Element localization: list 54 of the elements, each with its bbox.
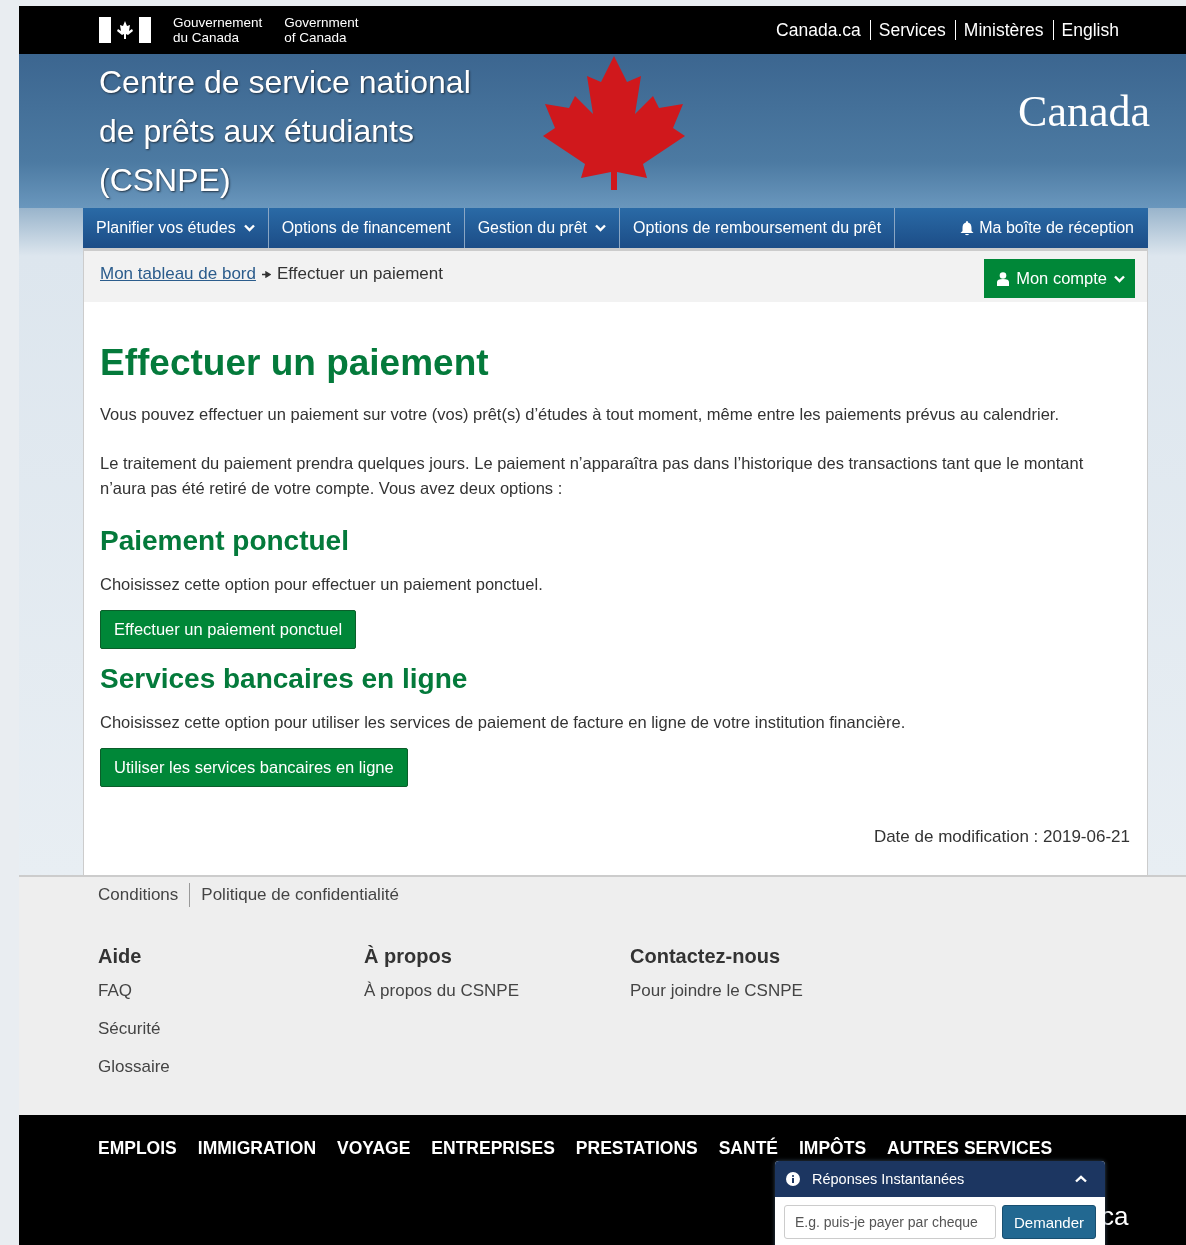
footer-heading: Contactez-nous bbox=[630, 944, 780, 969]
nav-menu-item[interactable]: Ma boîte de réception bbox=[895, 208, 1148, 248]
chat-header[interactable]: Réponses Instantanées bbox=[775, 1161, 1105, 1197]
footer-link[interactable]: Sécurité bbox=[98, 1018, 161, 1040]
government-signature: Gouvernement du Canada bbox=[173, 15, 263, 45]
breadcrumb-link[interactable]: Mon tableau de bord bbox=[100, 264, 256, 284]
footer-link[interactable]: Politique de confidentialité bbox=[189, 883, 410, 907]
theme-link[interactable]: IMPÔTS bbox=[799, 1137, 867, 1159]
section-heading: Paiement ponctuel bbox=[100, 525, 350, 557]
action-button[interactable]: Utiliser les services bancaires en ligne bbox=[100, 748, 408, 787]
theme-link[interactable]: PRESTATIONS bbox=[575, 1137, 698, 1159]
action-button[interactable]: Effectuer un paiement ponctuel bbox=[100, 610, 357, 649]
theme-link[interactable]: ENTREPRISES bbox=[431, 1137, 555, 1159]
top-link[interactable]: Ministères bbox=[954, 20, 1053, 40]
flag-icon bbox=[99, 17, 151, 43]
paragraph: Choisissez cette option pour utiliser les services de paiement de facture en ligne de votre institution financière. bbox=[100, 712, 907, 733]
chevron-down-icon bbox=[595, 224, 607, 232]
arrow-right-icon bbox=[261, 270, 271, 278]
government-signature: Government of Canada bbox=[284, 15, 359, 45]
chevron-down-icon bbox=[1114, 274, 1125, 283]
site-title: Centre de service national de prêts aux étudiants (CSNPE) bbox=[99, 63, 472, 200]
ask-button[interactable]: Demander bbox=[1002, 1205, 1097, 1239]
section-heading: Services bancaires en ligne bbox=[100, 663, 469, 695]
paragraph: Le traitement du paiement prendra quelques jours. Le paiement n’apparaîtra pas dans l’historique des transactions tant que le montant n’aura pas été retiré de votre compte. Vous avez deux options : bbox=[100, 453, 1085, 499]
footer-link[interactable]: Pour joindre le CSNPE bbox=[630, 980, 803, 1002]
theme-link[interactable]: SANTÉ bbox=[718, 1137, 778, 1159]
page-title: Effectuer un paiement bbox=[100, 341, 490, 385]
theme-link[interactable]: VOYAGE bbox=[337, 1137, 411, 1159]
top-link[interactable]: Services bbox=[869, 20, 955, 40]
footer-link[interactable]: Conditions bbox=[98, 883, 190, 907]
info-icon bbox=[786, 1172, 800, 1186]
paragraph: Vous pouvez effectuer un paiement sur votre (vos) prêt(s) d’études à tout moment, même entre les paiements prévus au calendrier. bbox=[100, 404, 1061, 425]
maple-leaf-icon bbox=[541, 56, 687, 190]
question-input-field[interactable]: E.g. puis-je payer par cheque bbox=[784, 1205, 996, 1239]
theme-link[interactable]: IMMIGRATION bbox=[197, 1137, 317, 1159]
paragraph: Choisissez cette option pour effectuer un paiement ponctuel. bbox=[100, 574, 544, 595]
footer-link[interactable]: FAQ bbox=[98, 980, 132, 1002]
footer-link[interactable]: Glossaire bbox=[98, 1056, 170, 1078]
person-icon bbox=[997, 271, 1010, 286]
top-link[interactable]: English bbox=[1052, 20, 1128, 40]
top-link[interactable]: Canada.ca bbox=[768, 20, 870, 40]
chevron-up-icon bbox=[1075, 1175, 1087, 1183]
theme-link[interactable]: EMPLOIS bbox=[98, 1137, 177, 1159]
theme-link[interactable]: AUTRES SERVICES bbox=[887, 1137, 1053, 1159]
bell-icon bbox=[960, 220, 975, 236]
footer-heading: À propos bbox=[364, 944, 452, 969]
breadcrumb-current: Effectuer un paiement bbox=[276, 264, 443, 284]
chat-title: Réponses Instantanées bbox=[812, 1171, 966, 1187]
account-menu-button[interactable]: Mon compte bbox=[984, 259, 1135, 298]
footer-link[interactable]: À propos du CSNPE bbox=[364, 980, 519, 1002]
footer-heading: Aide bbox=[98, 944, 142, 969]
chevron-down-icon bbox=[243, 224, 255, 232]
modified-date: Date de modification : 2019-06-21 bbox=[873, 827, 1130, 847]
canada-wordmark: Canada bbox=[1018, 86, 1150, 137]
